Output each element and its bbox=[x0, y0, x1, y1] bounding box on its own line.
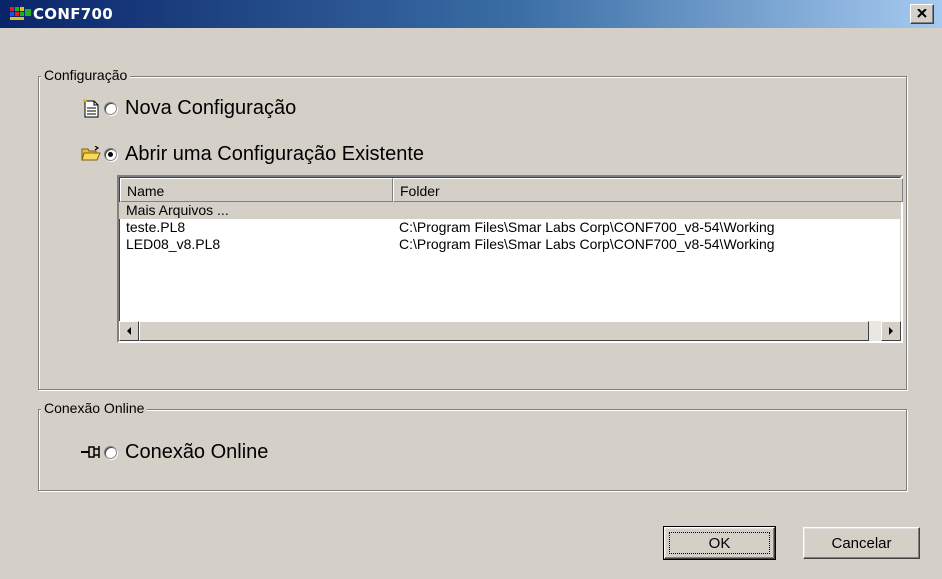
new-config-label: Nova Configuração bbox=[125, 97, 297, 119]
list-item[interactable]: LED08_v8.PL8 C:\Program Files\Smar Labs … bbox=[119, 236, 901, 253]
online-connection-radio[interactable] bbox=[104, 446, 117, 459]
scroll-right-button[interactable] bbox=[881, 321, 901, 341]
list-item-folder: C:\Program Files\Smar Labs Corp\CONF700_… bbox=[399, 219, 775, 235]
list-item-name: teste.PL8 bbox=[126, 219, 186, 235]
new-document-icon bbox=[82, 98, 101, 124]
open-existing-radio[interactable] bbox=[104, 148, 117, 161]
window-title: CONF700 bbox=[33, 5, 113, 23]
cancel-button[interactable]: Cancelar bbox=[803, 527, 920, 559]
horizontal-scrollbar[interactable] bbox=[119, 321, 901, 341]
arrow-left-icon bbox=[126, 322, 132, 340]
list-item[interactable]: teste.PL8 C:\Program Files\Smar Labs Cor… bbox=[119, 219, 901, 236]
scroll-thumb[interactable] bbox=[139, 321, 869, 341]
scroll-left-button[interactable] bbox=[119, 321, 139, 341]
online-connection-option[interactable]: Conexão Online bbox=[104, 441, 268, 464]
ok-button[interactable]: OK bbox=[663, 526, 776, 560]
list-item-name: LED08_v8.PL8 bbox=[126, 236, 221, 252]
dialog-window: CONF700 Configuração Nova Configuração A… bbox=[0, 0, 942, 579]
new-config-option[interactable]: Nova Configuração bbox=[104, 97, 296, 120]
arrow-right-icon bbox=[888, 322, 894, 340]
plug-connection-icon bbox=[81, 444, 101, 465]
list-item-folder: C:\Program Files\Smar Labs Corp\CONF700_… bbox=[399, 236, 775, 252]
focus-indicator bbox=[669, 532, 770, 554]
online-group-legend: Conexão Online bbox=[41, 400, 148, 416]
cancel-button-label: Cancelar bbox=[831, 534, 892, 552]
open-existing-option[interactable]: Abrir uma Configuração Existente bbox=[104, 143, 424, 166]
title-bar[interactable]: CONF700 bbox=[0, 0, 942, 28]
list-item-name: Mais Arquivos ... bbox=[126, 202, 229, 218]
new-config-radio[interactable] bbox=[104, 102, 117, 115]
app-logo-icon bbox=[10, 7, 32, 21]
open-existing-label: Abrir uma Configuração Existente bbox=[125, 143, 425, 165]
column-header-folder[interactable]: Folder bbox=[393, 178, 903, 202]
open-folder-icon bbox=[81, 145, 101, 167]
file-list[interactable]: Name Folder Mais Arquivos ... teste.PL8 … bbox=[117, 175, 903, 343]
close-button[interactable] bbox=[910, 4, 934, 24]
list-item-more-files[interactable]: Mais Arquivos ... bbox=[119, 202, 901, 219]
online-connection-label: Conexão Online bbox=[125, 441, 269, 463]
config-group-legend: Configuração bbox=[41, 67, 131, 83]
column-header-name[interactable]: Name bbox=[120, 178, 393, 202]
file-list-rows: Mais Arquivos ... teste.PL8 C:\Program F… bbox=[119, 202, 901, 253]
file-list-header: Name Folder bbox=[120, 178, 903, 202]
close-icon bbox=[917, 5, 927, 23]
